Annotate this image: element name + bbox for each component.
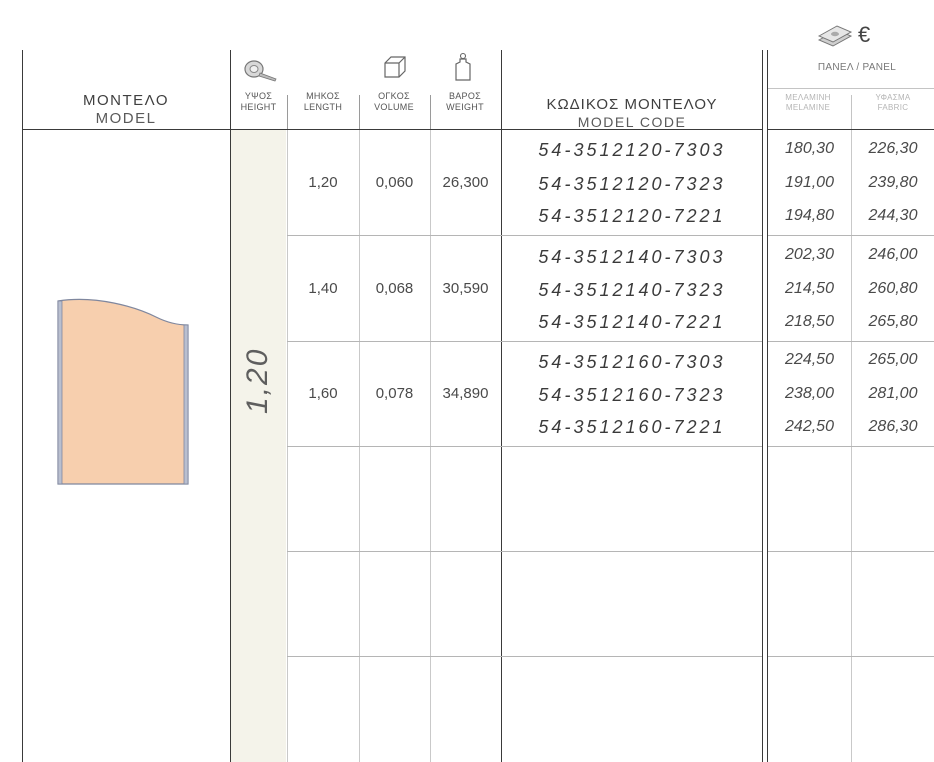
model-code: 54-3512120-7323 [538, 174, 726, 194]
table-left-border [22, 50, 23, 762]
volume-value: 0,060 [375, 174, 414, 191]
fabric-price: 246,00 [868, 246, 918, 263]
fabric-header-greek: ΥΦΑΣΜΑ [875, 93, 911, 102]
fabric-price: 226,30 [868, 140, 918, 157]
height-value: 1,20 [241, 347, 274, 414]
height-header-greek: ΥΨΟΣ [244, 91, 273, 101]
melamine-price: 218,50 [785, 313, 834, 330]
melamine-price: 180,30 [785, 140, 834, 157]
melamine-price: 191,00 [785, 174, 834, 191]
fabric-price: 281,00 [868, 385, 918, 402]
weight-header-greek: ΒΑΡΟΣ [448, 91, 482, 101]
table-right-border [762, 50, 763, 762]
group-divider [287, 656, 762, 657]
length-value: 1,40 [308, 280, 338, 297]
cube-icon [384, 56, 406, 78]
length-value: 1,60 [308, 385, 338, 402]
melamine-price: 242,50 [785, 418, 834, 435]
fabric-price: 286,30 [868, 418, 918, 435]
model-column-border [230, 50, 231, 762]
model-code-header-english: MODEL CODE [577, 114, 687, 130]
model-code: 54-3512140-7323 [538, 280, 726, 300]
panel-model-drawing [57, 298, 189, 485]
group-divider [287, 551, 762, 552]
model-code: 54-3512160-7303 [538, 352, 726, 372]
weight-value: 30,590 [442, 280, 489, 297]
weight-header-english: WEIGHT [446, 102, 484, 112]
panel-header: ΠΑΝΕΛ / PANEL [817, 62, 897, 73]
melamine-price: 238,00 [785, 385, 834, 402]
model-code: 54-3512140-7221 [538, 312, 726, 332]
model-code: 54-3512160-7323 [538, 385, 726, 405]
euro-symbol: € [858, 22, 871, 47]
weight-value: 34,890 [442, 385, 489, 402]
fabric-price: 265,00 [868, 351, 918, 368]
melamine-price: 224,50 [785, 351, 834, 368]
height-column-background [230, 130, 286, 762]
length-value: 1,20 [308, 174, 338, 191]
volume-header-greek: ΟΓΚΟΣ [378, 91, 410, 101]
model-code: 54-3512120-7303 [538, 140, 726, 160]
volume-value: 0,068 [375, 280, 414, 297]
volume-header-english: VOLUME [374, 102, 414, 112]
group-divider [287, 341, 762, 342]
fabric-price: 260,80 [868, 280, 918, 297]
melamine-header-english: MELAMINE [785, 103, 831, 112]
melamine-header-greek: ΜΕΛΑΜΙΝΗ [785, 93, 831, 102]
model-header-english: MODEL [95, 110, 157, 127]
header-divider [22, 129, 763, 130]
fabric-price: 244,30 [868, 207, 918, 224]
model-code: 54-3512120-7221 [538, 206, 726, 226]
fabric-header-english: FABRIC [877, 103, 909, 112]
height-header-english: HEIGHT [240, 102, 277, 112]
group-divider [287, 446, 762, 447]
tape-measure-icon [244, 60, 277, 82]
melamine-price: 194,80 [785, 207, 834, 224]
model-code: 54-3512140-7303 [538, 247, 726, 267]
model-header-greek: ΜΟΝΤΕΛΟ [82, 92, 170, 109]
model-code-header-greek: ΚΩΔΙΚΟΣ ΜΟΝΤΕΛΟΥ [546, 96, 718, 113]
length-header-greek: ΜΗΚΟΣ [306, 91, 340, 101]
group-divider [287, 235, 762, 236]
money-icon [817, 25, 853, 47]
panel-header-divider [768, 88, 934, 89]
melamine-price: 214,50 [785, 280, 834, 297]
length-header-english: LENGTH [303, 102, 343, 112]
model-code: 54-3512160-7221 [538, 417, 726, 437]
weight-icon [455, 52, 471, 81]
volume-value: 0,078 [375, 385, 414, 402]
fabric-price: 239,80 [868, 174, 918, 191]
fabric-price: 265,80 [868, 313, 918, 330]
melamine-price: 202,30 [785, 246, 834, 263]
weight-value: 26,300 [442, 174, 489, 191]
